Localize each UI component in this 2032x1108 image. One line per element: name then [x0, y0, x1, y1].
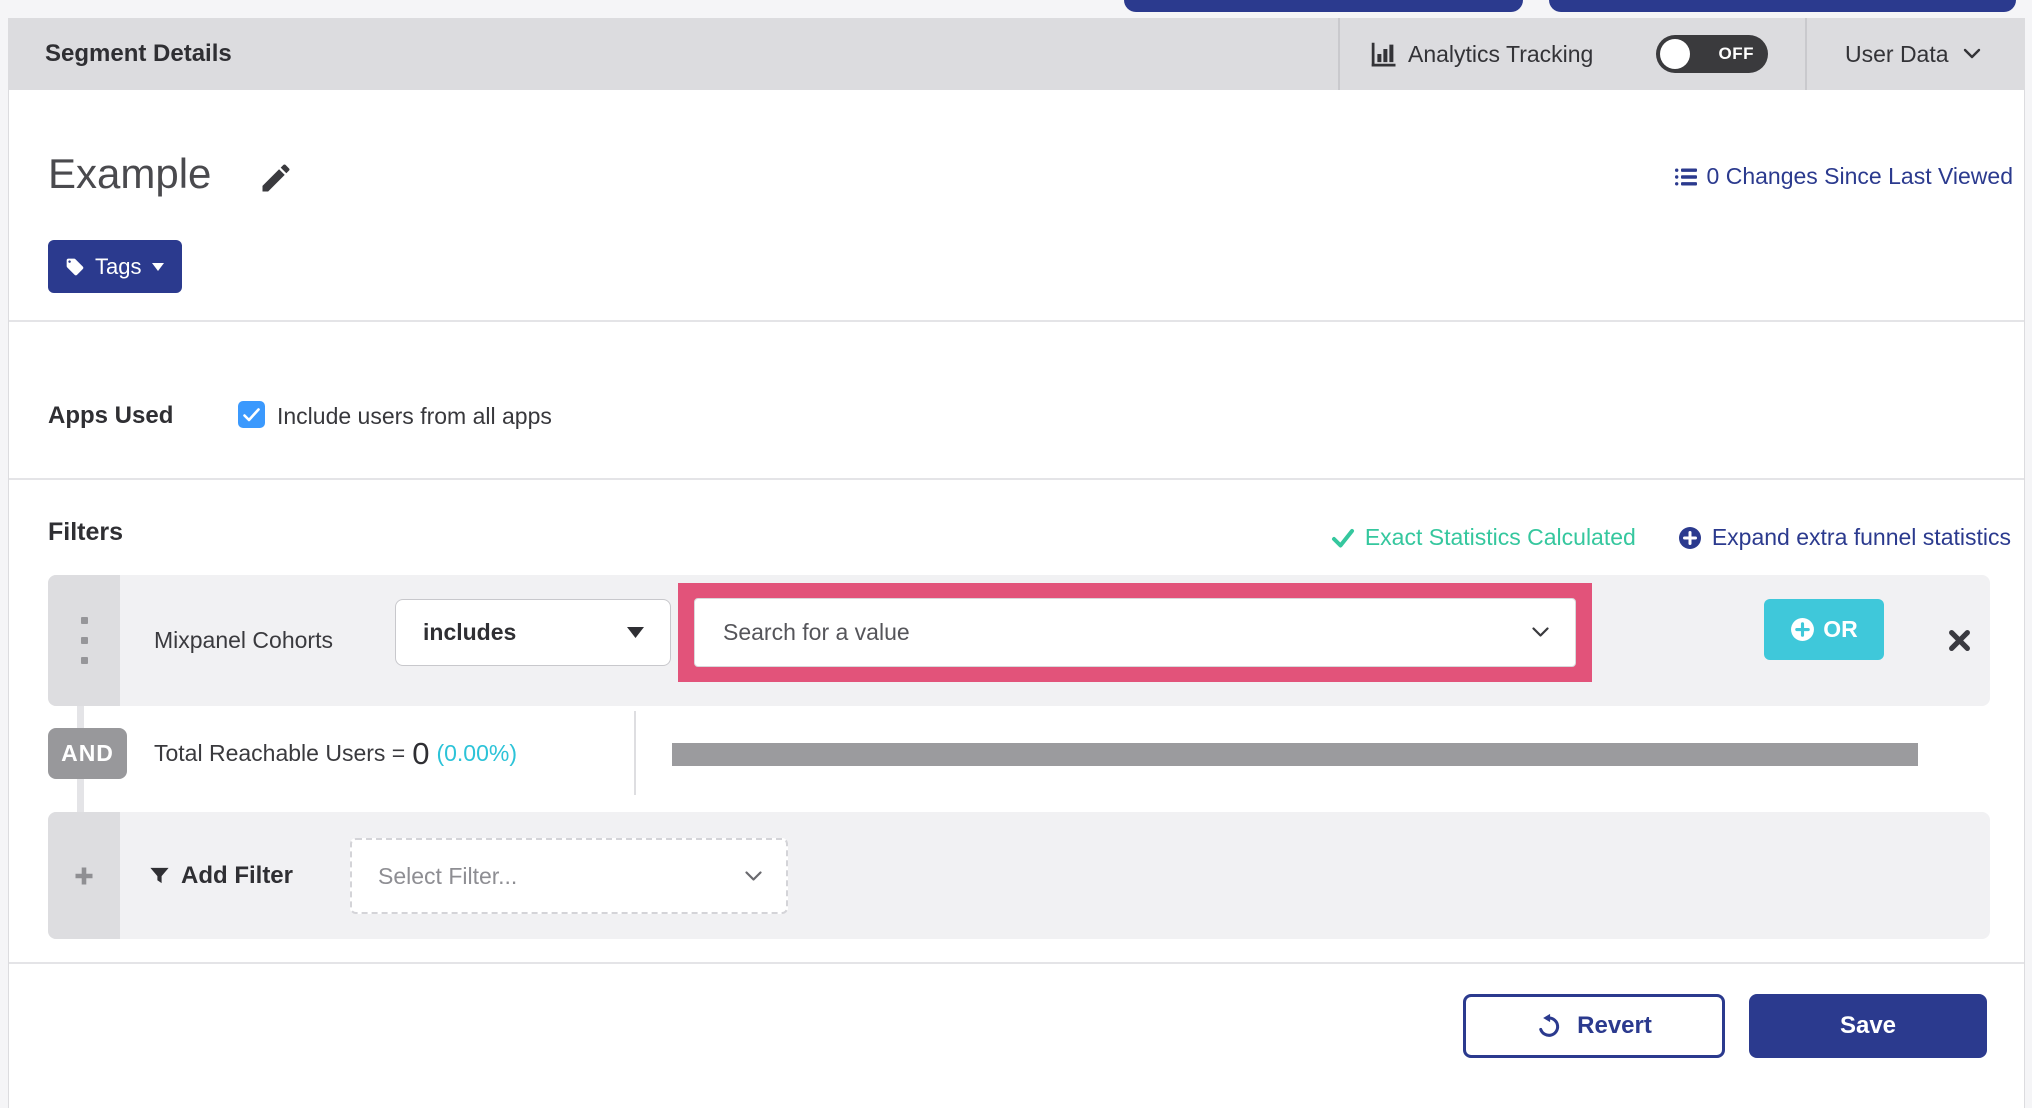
- segment-details-page: Segment Details Analytics Tracking OFF U…: [0, 0, 2032, 1108]
- section-divider: [9, 962, 2024, 964]
- reachable-label: Total Reachable Users =: [154, 740, 406, 766]
- section-divider: [9, 478, 2024, 480]
- top-nav-button-left[interactable]: [1124, 0, 1523, 12]
- exact-statistics-label: Exact Statistics Calculated: [1364, 524, 1636, 550]
- select-filter-placeholder: Select Filter...: [378, 862, 518, 889]
- toggle-knob: [1660, 39, 1690, 69]
- filter-row: Mixpanel Cohorts includes Search for a v…: [48, 575, 1990, 706]
- exact-statistics-status: Exact Statistics Calculated: [1331, 524, 1636, 551]
- filters-heading: Filters: [48, 518, 124, 546]
- bar-chart-icon: [1368, 39, 1398, 69]
- caret-down-icon: [627, 627, 644, 638]
- or-button-label: OR: [1823, 616, 1858, 642]
- top-nav-button-right[interactable]: [1549, 0, 2016, 12]
- changes-link-label: 0 Changes Since Last Viewed: [1706, 163, 2013, 189]
- analytics-tracking-label: Analytics Tracking: [1408, 40, 1594, 67]
- apps-used-label: Apps Used: [48, 402, 174, 429]
- remove-filter-button[interactable]: [1924, 575, 1994, 706]
- plus-icon: [75, 867, 93, 884]
- tags-button[interactable]: Tags: [48, 240, 183, 293]
- card-header: Segment Details Analytics Tracking OFF U…: [8, 18, 2025, 90]
- close-icon: [1948, 630, 1970, 651]
- total-reachable-users: Total Reachable Users = 0 (0.00%): [154, 728, 517, 779]
- checkmark-icon: [243, 407, 260, 421]
- drag-dot: [80, 657, 88, 664]
- plus-circle-icon: [1791, 618, 1815, 641]
- user-data-label: User Data: [1845, 40, 1949, 67]
- drag-dot: [80, 637, 88, 644]
- expand-funnel-statistics-link[interactable]: Expand extra funnel statistics: [1678, 524, 2011, 551]
- include-all-apps-label: Include users from all apps: [277, 403, 552, 429]
- and-badge: AND: [48, 728, 127, 779]
- header-divider: [1338, 18, 1340, 90]
- undo-icon: [1539, 1013, 1560, 1037]
- select-filter-dropdown[interactable]: Select Filter...: [350, 838, 788, 914]
- analytics-tracking-toggle[interactable]: OFF: [1656, 35, 1768, 73]
- edit-pencil-icon[interactable]: [258, 160, 294, 196]
- segment-name: Example: [48, 150, 212, 197]
- changes-since-last-viewed-link[interactable]: 0 Changes Since Last Viewed: [1674, 163, 2013, 190]
- filter-field-label: Mixpanel Cohorts: [154, 627, 333, 653]
- reachable-users-bar: [672, 743, 1918, 766]
- highlight-annotation-box: Search for a value: [678, 583, 1592, 682]
- value-search-placeholder: Search for a value: [723, 619, 910, 645]
- section-divider: [9, 320, 2024, 322]
- filters-stats-row: Exact Statistics Calculated Expand extra…: [1331, 524, 2011, 551]
- value-search-dropdown[interactable]: Search for a value: [694, 598, 1576, 667]
- caret-down-icon: [152, 262, 165, 271]
- tags-button-label: Tags: [95, 253, 142, 279]
- revert-button-label: Revert: [1577, 1012, 1652, 1039]
- funnel-icon: [150, 867, 169, 884]
- add-filter-label: Add Filter: [181, 861, 293, 889]
- add-or-condition-button[interactable]: OR: [1764, 599, 1884, 660]
- operator-dropdown[interactable]: includes: [395, 599, 671, 666]
- save-button[interactable]: Save: [1749, 994, 1987, 1058]
- reachable-percent: (0.00%): [436, 740, 518, 766]
- page-title: Segment Details: [45, 40, 232, 67]
- revert-button[interactable]: Revert: [1463, 994, 1725, 1058]
- expand-funnel-statistics-label: Expand extra funnel statistics: [1711, 524, 2011, 550]
- chevron-down-icon: [1532, 627, 1549, 637]
- include-all-apps-checkbox[interactable]: [238, 401, 265, 428]
- check-icon: [1331, 528, 1354, 547]
- list-icon: [1674, 168, 1697, 185]
- header-divider: [1805, 18, 1807, 90]
- add-filter-label-group: Add Filter: [148, 812, 293, 939]
- chevron-down-icon: [745, 870, 762, 881]
- chevron-down-icon: [1963, 48, 1980, 59]
- toggle-state-label: OFF: [1718, 44, 1754, 63]
- vertical-divider: [634, 711, 636, 795]
- drag-handle[interactable]: [48, 575, 120, 706]
- add-filter-row: Add Filter Select Filter...: [48, 812, 1990, 939]
- user-data-dropdown[interactable]: User Data: [1845, 18, 1981, 90]
- drag-dot: [80, 617, 88, 624]
- reachable-value: 0: [412, 735, 430, 771]
- add-filter-handle[interactable]: [48, 812, 120, 939]
- operator-value: includes: [423, 619, 517, 645]
- tag-icon: [66, 258, 84, 275]
- plus-circle-icon: [1678, 526, 1701, 549]
